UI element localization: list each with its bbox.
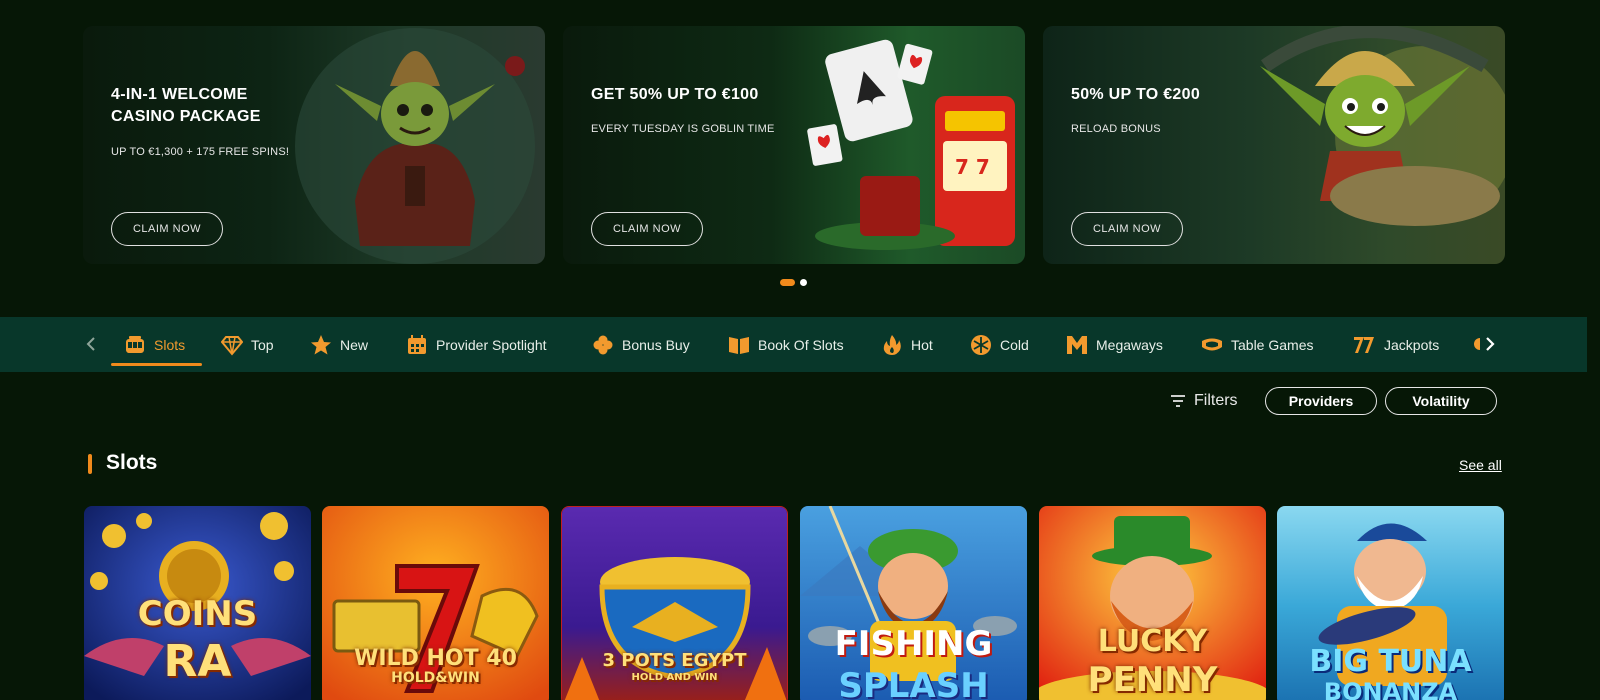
category-top[interactable]: Top (221, 317, 274, 372)
category-bonus-buy[interactable]: Bonus Buy (592, 317, 690, 372)
carousel-pagination (780, 279, 820, 287)
table-games-icon (1202, 338, 1222, 350)
promo-subtitle: EVERY TUESDAY IS GOBLIN TIME (591, 123, 775, 135)
claim-now-button[interactable]: CLAIM NOW (111, 212, 223, 246)
goblin-illustration (295, 28, 535, 264)
category-label: Table Games (1231, 336, 1314, 353)
category-label: New (340, 336, 369, 353)
category-label: Book Of Slots (758, 336, 844, 353)
game-title: LUCKY (1097, 624, 1208, 659)
category-label: Provider Spotlight (436, 336, 547, 353)
clover-icon (593, 335, 613, 354)
category-label: Bonus Buy (622, 336, 690, 353)
promo-subtitle: RELOAD BONUS (1071, 123, 1161, 135)
sevens-icon (1354, 336, 1374, 353)
flame-icon (883, 334, 901, 355)
game-tile-3-pots-of-egypt[interactable]: 3 POTS EGYPT HOLD AND WIN (561, 506, 788, 700)
category-book-of-slots[interactable]: Book Of Slots (728, 317, 844, 372)
claim-now-button[interactable]: CLAIM NOW (591, 212, 703, 246)
carousel-dot-active[interactable] (780, 279, 795, 286)
star-icon (311, 334, 331, 354)
filters-label: Filters (1194, 392, 1238, 409)
svg-text:7 7: 7 7 (955, 155, 990, 179)
category-label: Hot (911, 336, 933, 353)
category-megaways[interactable]: Megaways (1066, 317, 1163, 372)
nav-prev-arrow[interactable] (78, 331, 104, 357)
game-subtitle: BONANZA (1323, 678, 1458, 700)
claim-now-button[interactable]: CLAIM NOW (1071, 212, 1183, 246)
promo-subtitle: UP TO €1,300 + 175 FREE SPINS! (111, 146, 290, 158)
promo-carousel: 4-IN-1 WELCOME CASINO PACKAGE UP TO €1,3… (83, 26, 1505, 264)
category-table-games[interactable]: Table Games (1201, 317, 1313, 372)
category-new[interactable]: New (310, 317, 368, 372)
carousel-dot[interactable] (800, 279, 807, 286)
game-subtitle: SPLASH (838, 666, 989, 700)
calendar-icon (408, 334, 426, 354)
category-label: Cold (1000, 336, 1029, 353)
promo-title-line2: CASINO PACKAGE (111, 108, 261, 125)
category-cold[interactable]: Cold (970, 317, 1029, 372)
slot-machine-icon (126, 335, 144, 353)
game-title: WILD HOT 40 (354, 646, 517, 671)
snowflake-icon (971, 334, 991, 355)
providers-filter-button[interactable]: Providers (1265, 387, 1377, 415)
promo-title-line1: 4-IN-1 WELCOME (111, 86, 248, 103)
chevron-right-icon (1486, 337, 1495, 351)
game-tile-big-tuna-bonanza[interactable]: BIG TUNA BONANZA (1277, 506, 1504, 700)
game-subtitle: RA (163, 636, 232, 687)
section-title: Slots (106, 451, 158, 474)
filters-button[interactable]: Filters (1170, 387, 1238, 415)
game-title: FISHING (834, 624, 993, 664)
section-accent-bar (88, 454, 92, 474)
see-all-link[interactable]: See all (1459, 457, 1502, 473)
game-title: COINS (137, 594, 258, 634)
game-subtitle: HOLD AND WIN (631, 672, 718, 683)
game-subtitle: PENNY (1087, 660, 1218, 700)
game-tile-coins-of-ra[interactable]: COINS RA (84, 506, 311, 700)
megaways-m-icon (1067, 335, 1087, 354)
category-jackpots[interactable]: Jackpots (1352, 317, 1439, 372)
active-category-indicator (111, 363, 202, 366)
category-provider-spotlight[interactable]: Provider Spotlight (406, 317, 547, 372)
promo-card-reload[interactable]: 50% UP TO €200 RELOAD BONUS CLAIM NOW (1043, 26, 1505, 264)
goblin-rider-illustration (1260, 26, 1505, 226)
nav-next-arrow[interactable] (1477, 331, 1503, 357)
chevron-left-icon (86, 337, 95, 351)
slot-machine-illustration: 7 7 (807, 39, 1015, 250)
game-tile-wild-hot-40[interactable]: WILD HOT 40 HOLD&WIN (322, 506, 549, 700)
promo-title-line1: 50% UP TO €200 (1071, 86, 1201, 103)
promo-title-line1: GET 50% UP TO €100 (591, 86, 759, 103)
diamond-icon (221, 335, 243, 356)
category-label: Top (251, 336, 274, 353)
category-label: Jackpots (1384, 336, 1440, 353)
game-subtitle: HOLD&WIN (391, 670, 480, 686)
game-tile-fishing-splash[interactable]: FISHING SPLASH (800, 506, 1027, 700)
category-nav: Slots Top New Provider Spotlight Bonus B… (0, 317, 1587, 372)
category-label: Megaways (1096, 336, 1163, 353)
game-tile-lucky-penny[interactable]: LUCKY PENNY (1039, 506, 1266, 700)
promo-card-tuesday[interactable]: 7 7 GET 50% UP TO €100 EVERY TUESDAY IS … (563, 26, 1025, 264)
filter-lines-icon (1171, 395, 1185, 407)
promo-card-welcome[interactable]: 4-IN-1 WELCOME CASINO PACKAGE UP TO €1,3… (83, 26, 545, 264)
category-label: Slots (154, 336, 186, 353)
book-icon (729, 336, 749, 354)
game-title: 3 POTS EGYPT (602, 650, 747, 671)
category-hot[interactable]: Hot (881, 317, 933, 372)
volatility-filter-button[interactable]: Volatility (1385, 387, 1497, 415)
game-title: BIG TUNA (1309, 644, 1472, 679)
